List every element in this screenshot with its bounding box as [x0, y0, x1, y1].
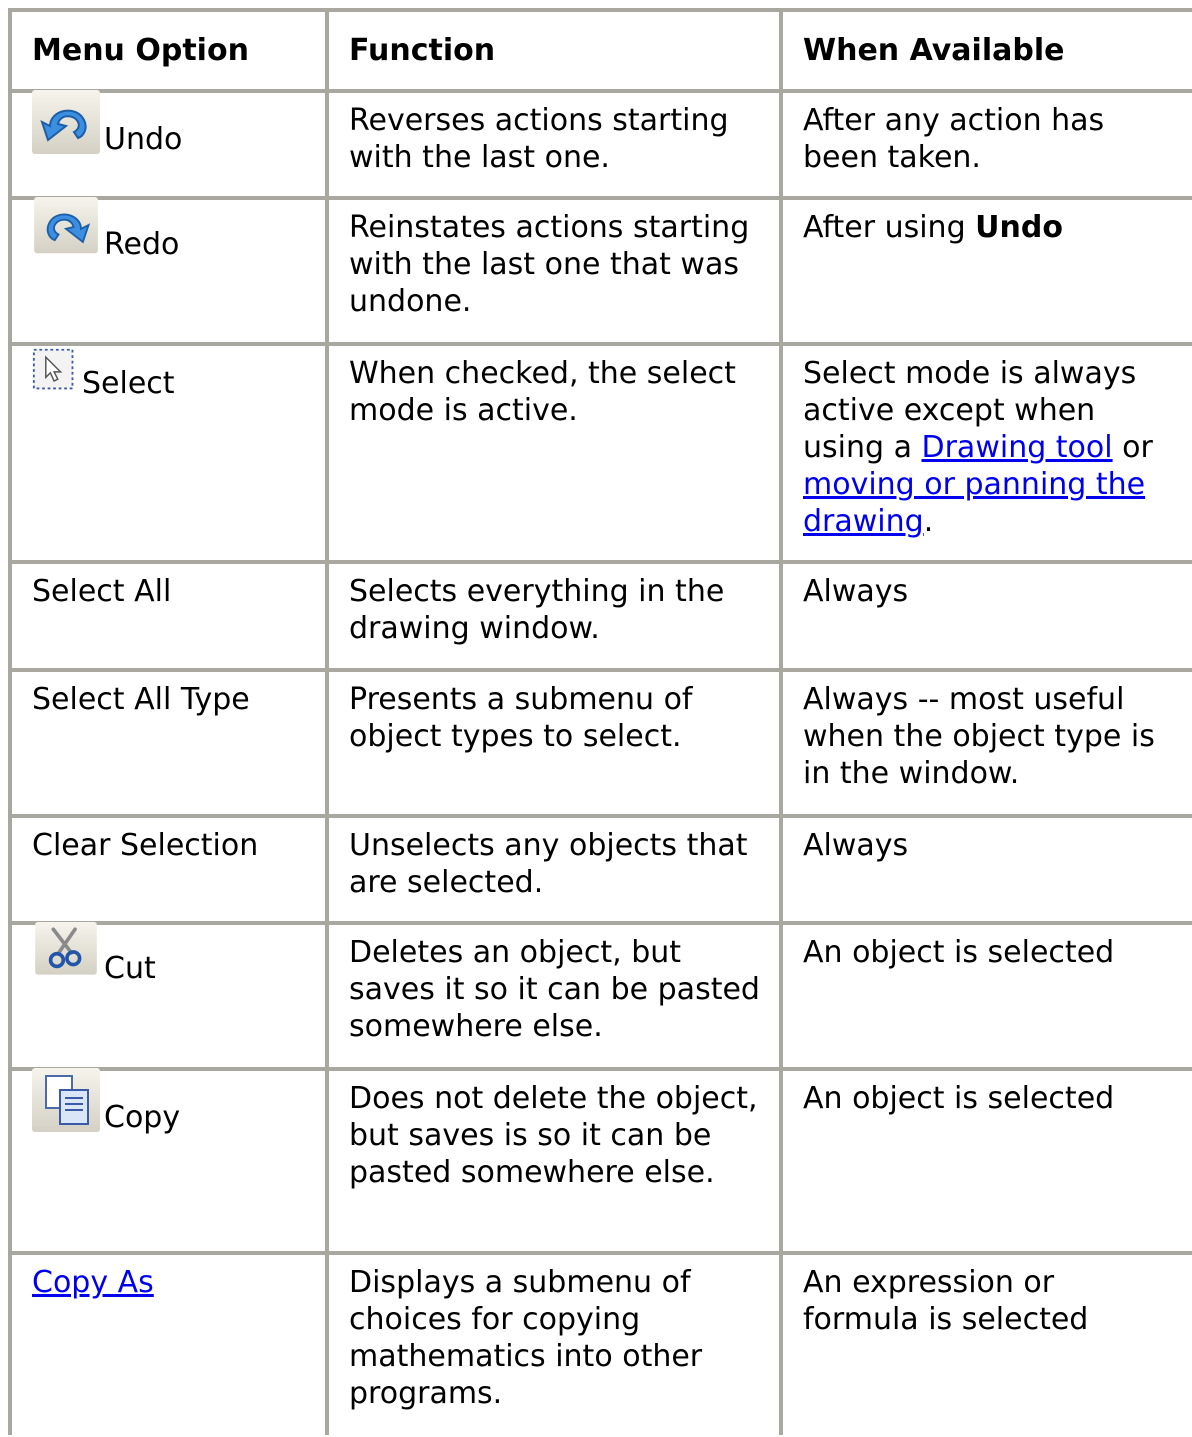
when-bold: Undo: [975, 210, 1063, 245]
when-cell: An object is selected: [779, 1067, 1192, 1251]
option-cell: Clear Selection: [8, 814, 325, 921]
table-row: Copy Does not delete the object, but sav…: [8, 1067, 1192, 1251]
function-cell: Reinstates actions starting with the las…: [325, 196, 779, 342]
option-cell: Cut: [8, 921, 325, 1067]
table-row: Copy As Displays a submenu of choices fo…: [8, 1251, 1192, 1435]
redo-icon: [34, 197, 98, 254]
when-cell: Always -- most useful when the object ty…: [779, 668, 1192, 814]
table-header-row: Menu Option Function When Available: [8, 8, 1192, 89]
option-label: Redo: [104, 226, 180, 262]
copy-as-link[interactable]: Copy As: [32, 1265, 154, 1300]
select-arrow-icon: [32, 348, 74, 390]
when-text-mid: or: [1112, 430, 1153, 465]
table-row: Select When checked, the select mode is …: [8, 342, 1192, 560]
table-row: Undo Reverses actions starting with the …: [8, 89, 1192, 196]
when-cell: Select mode is always active except when…: [779, 342, 1192, 560]
drawing-tool-link[interactable]: Drawing tool: [922, 430, 1113, 465]
when-cell: After using Undo: [779, 196, 1192, 342]
option-cell: Select: [8, 342, 325, 560]
moving-panning-link[interactable]: moving or panning the drawing: [803, 467, 1145, 539]
table-row: Select All Selects everything in the dra…: [8, 560, 1192, 668]
option-label: Select: [82, 365, 175, 401]
table-row: Cut Deletes an object, but saves it so i…: [8, 921, 1192, 1067]
function-cell: Presents a submenu of object types to se…: [325, 668, 779, 814]
table-row: Clear Selection Unselects any objects th…: [8, 814, 1192, 921]
option-cell: Undo: [8, 89, 325, 196]
option-label: Copy: [104, 1099, 181, 1135]
option-cell: Redo: [8, 196, 325, 342]
function-cell: Unselects any objects that are selected.: [325, 814, 779, 921]
when-cell: Always: [779, 560, 1192, 668]
scissors-icon: [35, 922, 97, 975]
header-function: Function: [325, 8, 779, 89]
function-cell: Reverses actions starting with the last …: [325, 89, 779, 196]
undo-icon: [32, 90, 100, 154]
option-cell: Copy: [8, 1067, 325, 1251]
table-row: Redo Reinstates actions starting with th…: [8, 196, 1192, 342]
when-cell: An object is selected: [779, 921, 1192, 1067]
function-cell: Selects everything in the drawing window…: [325, 560, 779, 668]
function-cell: When checked, the select mode is active.: [325, 342, 779, 560]
option-label: Undo: [104, 121, 183, 157]
function-cell: Does not delete the object, but saves is…: [325, 1067, 779, 1251]
option-cell: Select All Type: [8, 668, 325, 814]
function-cell: Displays a submenu of choices for copyin…: [325, 1251, 779, 1435]
when-cell: Always: [779, 814, 1192, 921]
option-label: Cut: [104, 950, 156, 986]
when-cell: An expression or formula is selected: [779, 1251, 1192, 1435]
copy-icon: [32, 1068, 100, 1132]
option-cell: Copy As: [8, 1251, 325, 1435]
when-text-suffix: .: [923, 504, 934, 539]
header-when-available: When Available: [779, 8, 1192, 89]
function-cell: Deletes an object, but saves it so it ca…: [325, 921, 779, 1067]
when-cell: After any action has been taken.: [779, 89, 1192, 196]
option-cell: Select All: [8, 560, 325, 668]
table-row: Select All Type Presents a submenu of ob…: [8, 668, 1192, 814]
header-menu-option: Menu Option: [8, 8, 325, 89]
when-text: After using: [803, 210, 976, 245]
menu-options-table: Menu Option Function When Available Undo…: [8, 8, 1192, 1435]
